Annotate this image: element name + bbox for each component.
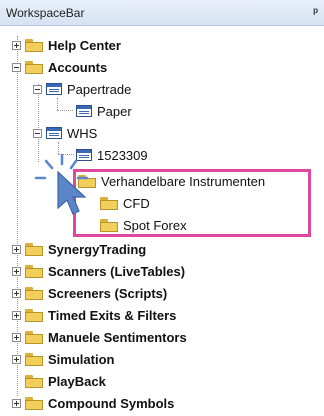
expand-plus-icon[interactable] [12, 40, 21, 50]
tree-item-whs[interactable]: WHS [33, 123, 97, 143]
collapse-minus-icon[interactable] [12, 62, 21, 72]
folder-icon [25, 374, 43, 388]
workspacebar-title-bar: WorkspaceBar ᵖ [0, 0, 324, 26]
account-icon [76, 105, 92, 117]
tree-item-timed-exits[interactable]: Timed Exits & Filters [12, 305, 176, 325]
pin-icon[interactable]: ᵖ [313, 5, 318, 19]
account-icon [46, 83, 62, 95]
tree-item-label: Paper [97, 103, 132, 119]
collapse-minus-icon[interactable] [33, 128, 42, 138]
tree-connector [57, 110, 73, 111]
expand-plus-icon[interactable] [12, 354, 21, 364]
folder-icon [25, 60, 43, 74]
tree-item-label: SynergyTrading [48, 241, 147, 257]
folder-icon [25, 330, 43, 344]
cursor-graphic [34, 153, 89, 215]
folder-icon [25, 286, 43, 300]
tree-item-label: Screeners (Scripts) [48, 285, 168, 301]
expand-plus-icon[interactable] [12, 266, 21, 276]
expand-plus-icon[interactable] [12, 332, 21, 342]
account-icon [46, 127, 62, 139]
folder-icon [25, 38, 43, 52]
folder-icon [25, 352, 43, 366]
tree-item-label: Compound Symbols [48, 395, 175, 411]
tree-item-label: Accounts [48, 59, 108, 75]
expand-plus-icon[interactable] [12, 398, 21, 408]
tree-item-label: Manuele Sentimentors [48, 329, 187, 345]
expand-plus-icon[interactable] [12, 310, 21, 320]
tree-item-synergytrading[interactable]: SynergyTrading [12, 239, 146, 259]
tree-item-label: PlayBack [48, 373, 106, 389]
tree-item-label: Simulation [48, 351, 115, 367]
tree-connector [57, 98, 58, 110]
tree-item-label: WHS [67, 125, 98, 141]
highlight-box [73, 169, 311, 237]
tree-item-playback[interactable]: PlayBack [25, 371, 106, 391]
tree-item-manual-sentiment[interactable]: Manuele Sentimentors [12, 327, 187, 347]
expand-plus-icon[interactable] [12, 288, 21, 298]
tree-item-scanners[interactable]: Scanners (LiveTables) [12, 261, 185, 281]
tree-item-label: Scanners (LiveTables) [48, 263, 186, 279]
tree-item-simulation[interactable]: Simulation [12, 349, 114, 369]
tree-item-label: Timed Exits & Filters [48, 307, 177, 323]
collapse-minus-icon[interactable] [33, 84, 42, 94]
tree-item-compound-symbols[interactable]: Compound Symbols [12, 393, 174, 413]
tree-item-label: 1523309 [97, 147, 148, 163]
expand-plus-icon[interactable] [12, 244, 21, 254]
tree-item-screeners[interactable]: Screeners (Scripts) [12, 283, 167, 303]
folder-icon [25, 242, 43, 256]
tree-item-papertrade[interactable]: Papertrade [33, 79, 131, 99]
mouse-pointer-icon [28, 150, 98, 220]
tree-item-paper[interactable]: Paper [76, 101, 132, 121]
folder-icon [25, 396, 43, 410]
tree-item-help-center[interactable]: Help Center [12, 35, 121, 55]
tree-item-accounts[interactable]: Accounts [12, 57, 107, 77]
folder-icon [25, 308, 43, 322]
panel-title: WorkspaceBar [6, 6, 85, 20]
folder-icon [25, 264, 43, 278]
tree-item-label: Papertrade [67, 81, 132, 97]
tree-item-label: Help Center [48, 37, 121, 53]
